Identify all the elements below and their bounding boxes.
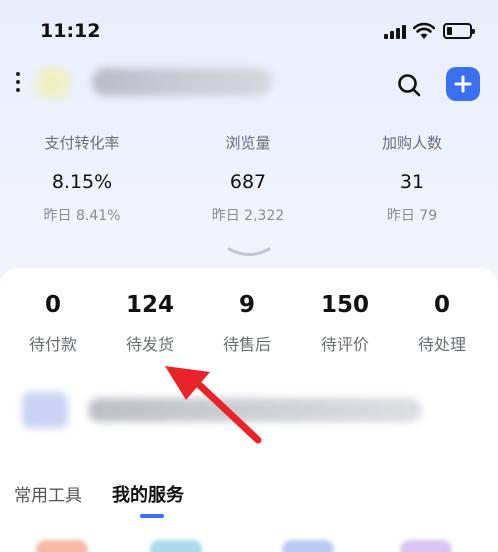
plus-icon xyxy=(454,75,472,93)
stat-value: 8.15% xyxy=(51,171,113,193)
order-label: 待付款 xyxy=(28,335,77,354)
stat-page-views[interactable]: 浏览量 687 昨日 2,322 xyxy=(168,132,328,226)
stat-yesterday: 昨日 8.41% xyxy=(43,208,121,224)
order-pending-processing[interactable]: 0 待处理 xyxy=(392,288,492,356)
tab-active-indicator xyxy=(140,514,164,518)
status-bar: 11:12 xyxy=(0,0,498,60)
order-label: 待处理 xyxy=(417,335,466,354)
battery-icon xyxy=(443,23,475,39)
tab-my-services[interactable]: 我的服务 xyxy=(112,482,184,510)
store-avatar[interactable] xyxy=(30,66,76,100)
order-count: 0 xyxy=(433,292,450,318)
order-label: 待发货 xyxy=(125,335,174,354)
cellular-signal-icon xyxy=(384,25,406,39)
status-time: 11:12 xyxy=(40,20,101,42)
service-tile[interactable] xyxy=(36,540,88,552)
stat-label: 加购人数 xyxy=(381,134,442,152)
stat-yesterday: 昨日 2,322 xyxy=(211,208,285,224)
order-label: 待售后 xyxy=(222,335,271,354)
order-count: 124 xyxy=(125,292,174,318)
stat-conversion-rate[interactable]: 支付转化率 8.15% 昨日 8.41% xyxy=(2,132,162,226)
store-header xyxy=(0,60,498,110)
wifi-icon xyxy=(413,22,435,39)
service-tile[interactable] xyxy=(150,540,202,552)
order-status-row: 0 待付款 124 待发货 9 待售后 150 待评价 0 待处理 xyxy=(0,288,498,358)
order-count: 0 xyxy=(44,292,61,318)
notice-banner[interactable] xyxy=(88,398,422,422)
store-name xyxy=(92,68,272,96)
service-tiles-row xyxy=(0,540,498,552)
stat-label: 浏览量 xyxy=(225,134,271,152)
search-icon[interactable] xyxy=(396,72,422,98)
tab-common-tools[interactable]: 常用工具 xyxy=(14,482,82,510)
stat-add-to-cart[interactable]: 加购人数 31 昨日 79 xyxy=(332,132,492,226)
notice-banner-icon xyxy=(22,392,68,428)
stat-value: 687 xyxy=(229,171,267,193)
order-count: 150 xyxy=(320,292,369,318)
stat-yesterday: 昨日 79 xyxy=(386,208,438,224)
order-pending-payment[interactable]: 0 待付款 xyxy=(3,288,103,356)
order-pending-shipment[interactable]: 124 待发货 xyxy=(100,288,200,356)
add-button[interactable] xyxy=(446,67,480,101)
menu-dots-icon[interactable] xyxy=(14,72,22,96)
service-tile[interactable] xyxy=(282,540,334,552)
order-count: 9 xyxy=(238,292,255,318)
stats-panel: 支付转化率 8.15% 昨日 8.41% 浏览量 687 昨日 2,322 加购… xyxy=(0,132,498,232)
stat-label: 支付转化率 xyxy=(44,134,120,152)
order-pending-review[interactable]: 150 待评价 xyxy=(295,288,395,356)
service-tile[interactable] xyxy=(400,540,452,552)
main-card: 0 待付款 124 待发货 9 待售后 150 待评价 0 待处理 常用工具 我… xyxy=(0,268,498,552)
chevron-down-icon[interactable] xyxy=(226,246,272,258)
order-label: 待评价 xyxy=(320,335,369,354)
order-after-sales[interactable]: 9 待售后 xyxy=(197,288,297,356)
tools-tabs: 常用工具 我的服务 xyxy=(0,482,498,522)
stat-value: 31 xyxy=(399,171,425,193)
